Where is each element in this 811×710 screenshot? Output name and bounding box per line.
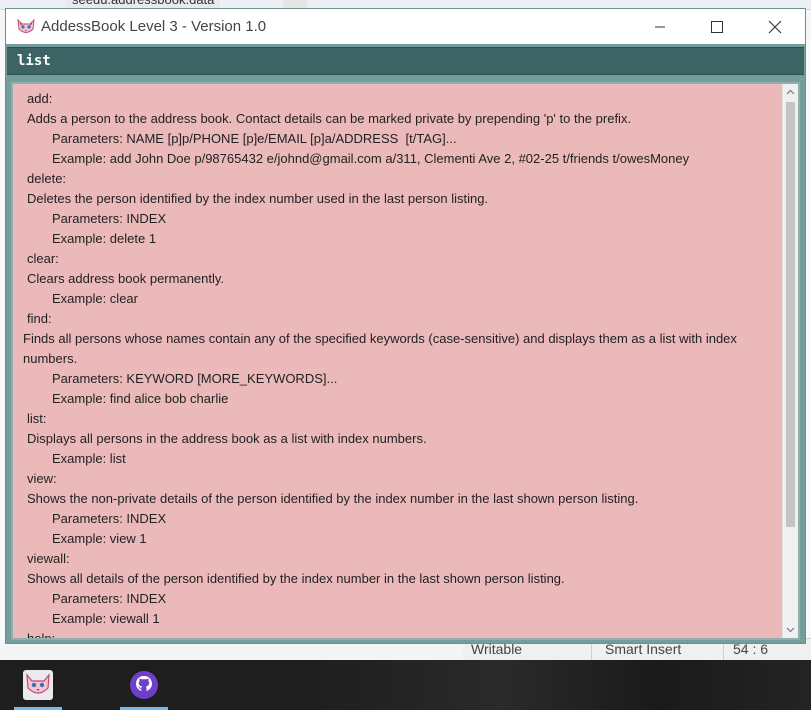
command-description: Adds a person to the address book. Conta… [27, 111, 632, 126]
command-name: add: [27, 91, 53, 106]
command-detail: Example: view 1 [52, 531, 147, 546]
maximize-button[interactable] [688, 9, 746, 44]
command-input[interactable] [7, 48, 804, 74]
taskbar-item-addressbook[interactable] [12, 660, 64, 710]
command-name: view: [27, 471, 57, 486]
fox-icon [17, 18, 35, 33]
maximize-icon [711, 20, 723, 33]
command-description: Shows all details of the person identifi… [27, 571, 565, 586]
command-detail: Parameters: INDEX [52, 511, 167, 526]
close-button[interactable] [746, 9, 804, 44]
command-detail: Example: clear [52, 291, 138, 306]
window-title: AddessBook Level 3 - Version 1.0 [41, 18, 267, 35]
command-detail: Example: list [52, 451, 126, 466]
command-name: delete: [27, 171, 67, 186]
minimize-icon [655, 26, 665, 27]
scroll-thumb[interactable] [786, 102, 795, 527]
command-detail: Parameters: NAME [p]p/PHONE [p]e/EMAIL [… [52, 131, 457, 146]
command-detail: Parameters: INDEX [52, 211, 167, 226]
command-description: Finds all persons whose names contain an… [23, 331, 737, 366]
command-box [7, 47, 804, 75]
background-ide-tab-2 [283, 0, 307, 8]
scroll-down-button[interactable] [783, 622, 798, 638]
minimize-button[interactable] [631, 9, 689, 44]
command-name: find: [27, 311, 52, 326]
scroll-up-button[interactable] [783, 84, 798, 100]
github-icon [130, 671, 158, 699]
command-description: Deletes the person identified by the ind… [27, 191, 489, 206]
command-name: clear: [27, 251, 59, 266]
help-text: add: Adds a person to the address book. C… [23, 89, 782, 638]
title-bar[interactable]: AddessBook Level 3 - Version 1.0 [6, 9, 805, 44]
command-description: Displays all persons in the address book… [27, 431, 427, 446]
command-detail: Example: add John Doe p/98765432 e/johnd… [52, 151, 690, 166]
result-display: add: Adds a person to the address book. C… [11, 82, 800, 640]
vertical-scrollbar[interactable] [782, 84, 798, 638]
chevron-down-icon [786, 627, 795, 633]
taskbar-shade [300, 660, 811, 710]
command-detail: Parameters: INDEX [52, 591, 167, 606]
command-description: Clears address book permanently. [27, 271, 225, 286]
command-description: Shows the non-private details of the per… [27, 491, 639, 506]
command-name: viewall: [27, 551, 70, 566]
command-detail: Parameters: KEYWORD [MORE_KEYWORDS]... [52, 371, 338, 386]
close-icon [768, 20, 782, 33]
chevron-up-icon [786, 89, 795, 95]
taskbar [0, 660, 811, 710]
background-ide-tab: seedu.addressbook.data [66, 0, 221, 8]
command-name: help: [27, 629, 782, 638]
taskbar-item-github[interactable] [118, 660, 170, 710]
fox-icon [23, 670, 53, 700]
command-name: list: [27, 411, 47, 426]
command-detail: Example: viewall 1 [52, 611, 160, 626]
command-detail: Example: find alice bob charlie [52, 391, 229, 406]
addressbook-window: AddessBook Level 3 - Version 1.0 add: Add… [5, 8, 806, 644]
result-content: add: Adds a person to the address book. C… [13, 84, 782, 638]
command-detail: Example: delete 1 [52, 231, 157, 246]
